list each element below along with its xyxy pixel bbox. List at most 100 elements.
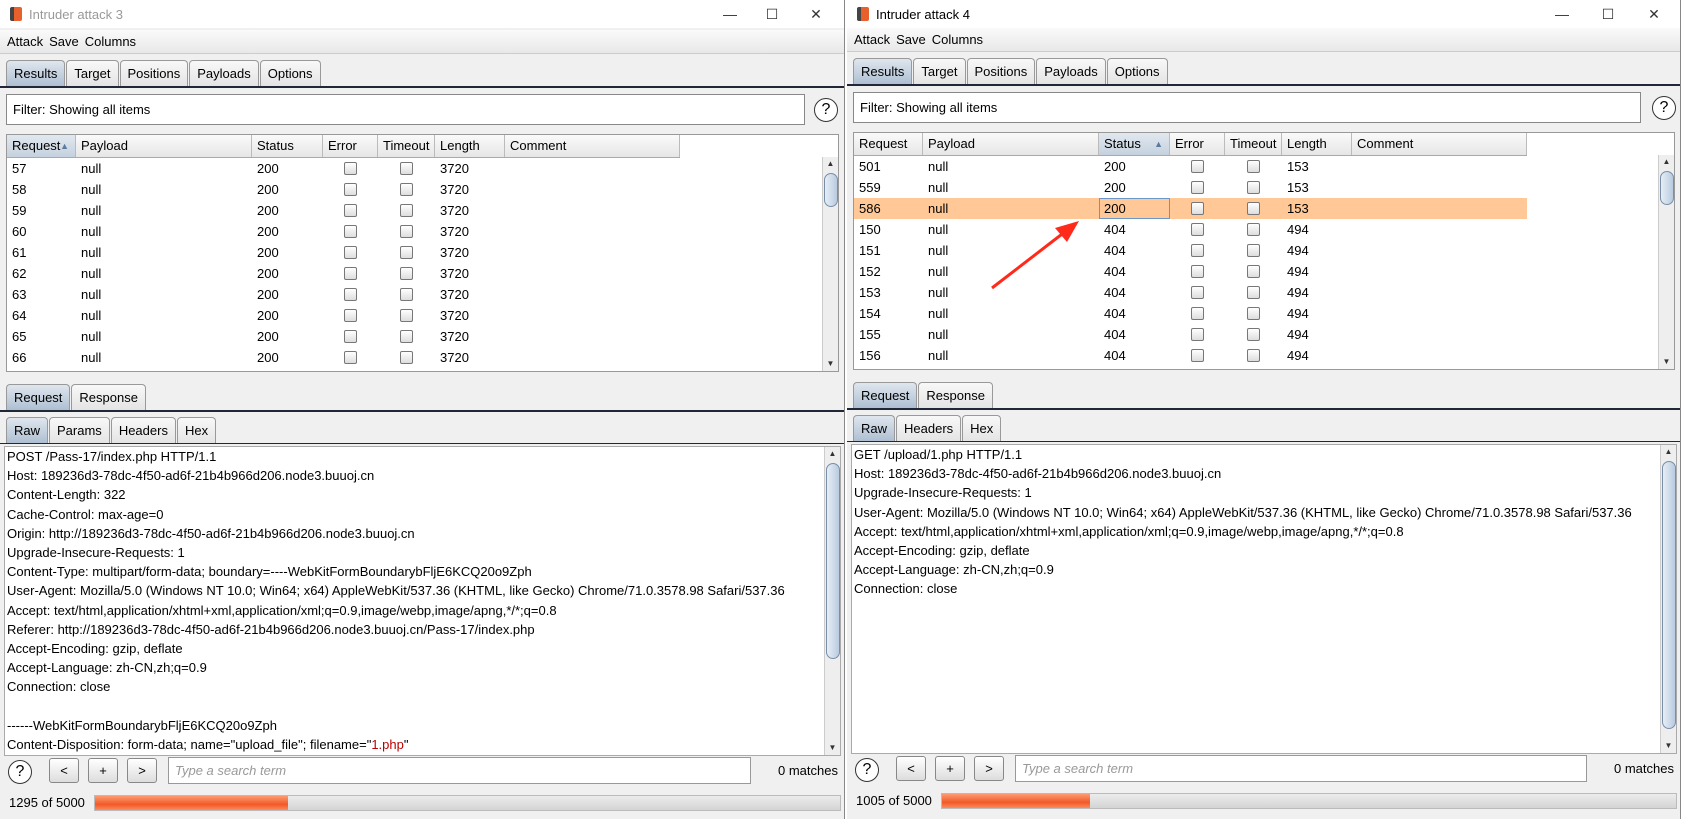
menu-columns[interactable]: Columns (932, 32, 983, 47)
title-bar[interactable]: Intruder attack 4 — ☐ ✕ (847, 0, 1680, 28)
column-header-timeout[interactable]: Timeout (1225, 133, 1282, 155)
tab-raw[interactable]: Raw (853, 415, 896, 441)
table-row[interactable]: 150 null 404 494 (854, 219, 1527, 240)
scroll-down-icon[interactable]: ▼ (823, 357, 838, 371)
table-row[interactable]: 153 null 404 494 (854, 282, 1527, 303)
search-next-button[interactable]: > (974, 756, 1004, 781)
column-header-status[interactable]: Status ▲ (1099, 133, 1170, 155)
table-row[interactable]: 559 null 200 153 (854, 177, 1527, 198)
table-row[interactable]: 586 null 200 153 (854, 198, 1527, 219)
filter-bar[interactable]: Filter: Showing all items (853, 92, 1641, 123)
menu-columns[interactable]: Columns (85, 34, 136, 49)
scroll-up-icon[interactable]: ▲ (1659, 155, 1674, 169)
column-header-error[interactable]: Error (323, 135, 378, 157)
search-add-button[interactable]: + (88, 758, 118, 783)
tab-hex[interactable]: Hex (962, 415, 1002, 441)
tab-target[interactable]: Target (66, 60, 119, 86)
editor-scrollbar[interactable]: ▲ ▼ (1660, 445, 1676, 753)
tab-options[interactable]: Options (259, 60, 321, 86)
table-row[interactable]: 60 null 200 3720 (7, 221, 680, 242)
table-row[interactable]: 155 null 404 494 (854, 324, 1527, 345)
menu-save[interactable]: Save (49, 34, 79, 49)
table-row[interactable]: 64 null 200 3720 (7, 305, 680, 326)
search-input[interactable]: Type a search term (168, 757, 751, 784)
results-scrollbar[interactable]: ▲ ▼ (1658, 155, 1674, 369)
search-next-button[interactable]: > (127, 758, 157, 783)
scroll-thumb[interactable] (1662, 461, 1676, 729)
table-row[interactable]: 63 null 200 3720 (7, 284, 680, 305)
tab-request[interactable]: Request (853, 382, 918, 408)
tab-payloads[interactable]: Payloads (1036, 58, 1106, 84)
raw-message-editor[interactable]: POST /Pass-17/index.php HTTP/1.1 Host: 18… (4, 446, 841, 756)
tab-hex[interactable]: Hex (176, 417, 217, 443)
column-header-request[interactable]: Request (854, 133, 923, 155)
table-row[interactable]: 57 null 200 3720 (7, 158, 680, 179)
maximize-button[interactable]: ☐ (752, 0, 792, 28)
tab-params[interactable]: Params (49, 417, 110, 443)
tab-target[interactable]: Target (913, 58, 966, 84)
maximize-button[interactable]: ☐ (1588, 0, 1628, 28)
help-icon[interactable]: ? (814, 98, 838, 122)
table-row[interactable]: 61 null 200 3720 (7, 242, 680, 263)
scroll-up-icon[interactable]: ▲ (1661, 445, 1676, 459)
table-row[interactable]: 156 null 404 494 (854, 345, 1527, 366)
tab-headers[interactable]: Headers (896, 415, 962, 441)
tab-results[interactable]: Results (853, 58, 913, 84)
scroll-down-icon[interactable]: ▼ (1659, 355, 1674, 369)
table-row[interactable]: 59 null 200 3720 (7, 200, 680, 221)
close-button[interactable]: ✕ (796, 0, 836, 28)
minimize-button[interactable]: — (1542, 0, 1582, 28)
tab-response[interactable]: Response (918, 382, 993, 408)
tab-positions[interactable]: Positions (966, 58, 1036, 84)
table-row[interactable]: 66 null 200 3720 (7, 347, 680, 368)
tab-response[interactable]: Response (71, 384, 146, 410)
raw-message-editor[interactable]: GET /upload/1.php HTTP/1.1 Host: 189236d3… (851, 444, 1677, 754)
help-icon[interactable]: ? (1652, 96, 1676, 120)
scroll-down-icon[interactable]: ▼ (1661, 739, 1676, 753)
column-header-length[interactable]: Length (1282, 133, 1352, 155)
minimize-button[interactable]: — (710, 0, 750, 28)
close-button[interactable]: ✕ (1634, 0, 1674, 28)
menu-attack[interactable]: Attack (7, 34, 43, 49)
search-prev-button[interactable]: < (49, 758, 79, 783)
table-row[interactable]: 154 null 404 494 (854, 303, 1527, 324)
column-header-status[interactable]: Status (252, 135, 323, 157)
table-row[interactable]: 62 null 200 3720 (7, 263, 680, 284)
column-header-timeout[interactable]: Timeout (378, 135, 435, 157)
tab-raw[interactable]: Raw (6, 417, 49, 443)
column-header-length[interactable]: Length (435, 135, 505, 157)
menu-attack[interactable]: Attack (854, 32, 890, 47)
tab-positions[interactable]: Positions (119, 60, 189, 86)
tab-results[interactable]: Results (6, 60, 66, 86)
table-row[interactable]: 501 null 200 153 (854, 156, 1527, 177)
scroll-thumb[interactable] (826, 463, 840, 659)
column-header-payload[interactable]: Payload (923, 133, 1099, 155)
column-header-payload[interactable]: Payload (76, 135, 252, 157)
scroll-thumb[interactable] (824, 173, 838, 207)
menu-save[interactable]: Save (896, 32, 926, 47)
title-bar[interactable]: Intruder attack 3 — ☐ ✕ (0, 0, 844, 28)
tab-options[interactable]: Options (1106, 58, 1168, 84)
search-help-icon[interactable]: ? (8, 760, 32, 784)
tab-payloads[interactable]: Payloads (189, 60, 259, 86)
tab-request[interactable]: Request (6, 384, 71, 410)
column-header-error[interactable]: Error (1170, 133, 1225, 155)
scroll-up-icon[interactable]: ▲ (825, 447, 840, 461)
filter-bar[interactable]: Filter: Showing all items (6, 94, 805, 125)
table-row[interactable]: 152 null 404 494 (854, 261, 1527, 282)
column-header-request[interactable]: Request ▲ (7, 135, 76, 157)
search-add-button[interactable]: + (935, 756, 965, 781)
scroll-up-icon[interactable]: ▲ (823, 157, 838, 171)
search-help-icon[interactable]: ? (855, 758, 879, 782)
search-prev-button[interactable]: < (896, 756, 926, 781)
search-input[interactable]: Type a search term (1015, 755, 1587, 782)
tab-headers[interactable]: Headers (110, 417, 176, 443)
table-row[interactable]: 58 null 200 3720 (7, 179, 680, 200)
column-header-comment[interactable]: Comment (1352, 133, 1527, 155)
column-header-comment[interactable]: Comment (505, 135, 680, 157)
table-row[interactable]: 65 null 200 3720 (7, 326, 680, 347)
table-row[interactable]: 151 null 404 494 (854, 240, 1527, 261)
results-scrollbar[interactable]: ▲ ▼ (822, 157, 838, 371)
scroll-down-icon[interactable]: ▼ (825, 741, 840, 755)
editor-scrollbar[interactable]: ▲ ▼ (824, 447, 840, 755)
